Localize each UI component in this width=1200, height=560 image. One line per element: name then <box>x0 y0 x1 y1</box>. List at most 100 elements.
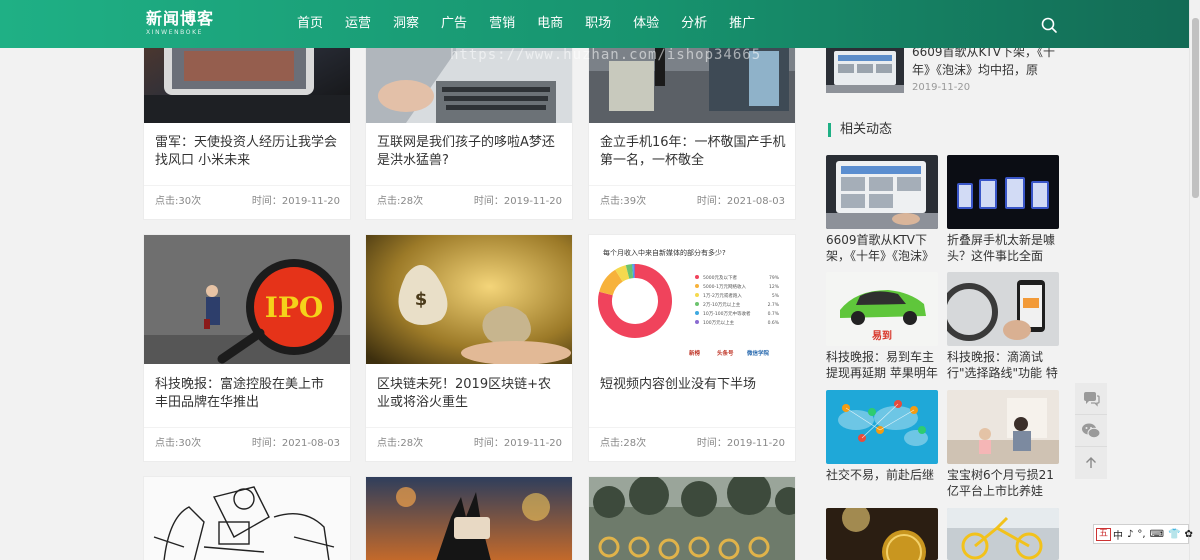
site-logo[interactable]: 新闻博客 XINWENBOKE <box>146 9 214 36</box>
publish-time: 时间：2019-11-20 <box>696 438 785 449</box>
svg-text:易到: 易到 <box>872 329 892 342</box>
related-item[interactable]: 科技晚报：滴滴试行"选择路线"功能 特斯... <box>947 272 1059 381</box>
ime-skin-icon[interactable]: 👕 <box>1166 529 1182 540</box>
article-title[interactable]: 雷军：天使投资人经历让我学会找风口 小米未来 <box>155 134 341 170</box>
main-nav: 首页 运营 洞察 广告 营销 电商 职场 体验 分析 推广 <box>286 0 766 48</box>
article-thumbnail[interactable]: IPO <box>144 235 350 364</box>
nav-item-home[interactable]: 首页 <box>286 0 334 48</box>
article-card[interactable] <box>365 476 573 560</box>
article-thumbnail[interactable]: $ <box>366 235 572 364</box>
chart-footer-brand: 微信学院 <box>746 349 770 357</box>
related-thumbnail[interactable] <box>826 390 938 464</box>
nav-item-ads[interactable]: 广告 <box>430 0 478 48</box>
related-thumbnail[interactable] <box>947 272 1059 346</box>
click-count: 点击:28次 <box>377 438 424 449</box>
article-title[interactable]: 短视频内容创业没有下半场 <box>600 376 786 394</box>
nav-item-workplace[interactable]: 职场 <box>574 0 622 48</box>
click-count: 点击:28次 <box>600 438 647 449</box>
nav-item-experience[interactable]: 体验 <box>622 0 670 48</box>
scrollbar-thumb[interactable] <box>1192 18 1199 198</box>
legend-label: 10万-100万元中等收者 <box>703 310 751 317</box>
article-thumbnail[interactable] <box>144 477 350 560</box>
ime-punct-icon[interactable]: ♪ <box>1125 529 1135 540</box>
article-meta: 点击:28次 时间：2019-11-20 <box>366 427 572 459</box>
click-count: 点击:30次 <box>155 438 202 449</box>
article-meta: 点击:28次 时间：2019-11-20 <box>366 185 572 217</box>
ime-mode[interactable]: 五 <box>1096 527 1112 541</box>
legend-label: 100万元以上主 <box>703 319 735 326</box>
related-title[interactable]: 折叠屏手机太新是噱头？这件事比全面屏... <box>947 232 1059 264</box>
nav-item-ecommerce[interactable]: 电商 <box>526 0 574 48</box>
related-title[interactable]: 科技晚报：易到车主提现再延期 苹果明年计... <box>826 349 938 381</box>
donut-slice <box>625 264 634 279</box>
donut-chart-graphic: 每个月收入中来自新媒体的部分有多少? 5000元及以下者 79% 5000-1万元网… <box>598 248 780 357</box>
legend-label: 2万-10万元以上主 <box>703 301 741 308</box>
article-title[interactable]: 科技晚报：富途控股在美上市 丰田品牌在华推出 <box>155 376 341 412</box>
nav-item-marketing[interactable]: 营销 <box>478 0 526 48</box>
related-item[interactable] <box>826 508 938 560</box>
article-card[interactable]: $ 区块链未死！2019区块链+农业或将浴火重生 点击:28次 时间：2019-… <box>365 234 573 462</box>
chat-icon[interactable] <box>1075 383 1107 415</box>
legend-swatch <box>695 302 699 306</box>
related-item[interactable]: 易到 科技晚报：易到车主提现再延期 苹果明年计... <box>826 272 938 381</box>
article-title[interactable]: 金立手机16年：一杯敬国产手机第一名，一杯敬全 <box>600 134 786 170</box>
related-thumbnail[interactable]: 易到 <box>826 272 938 346</box>
legend-swatch <box>695 320 699 324</box>
logo-text: 新闻博客 <box>146 9 215 28</box>
related-thumbnail[interactable] <box>947 508 1059 560</box>
article-title[interactable]: 互联网是我们孩子的哆啦A梦还是洪水猛兽? <box>377 134 563 170</box>
related-title[interactable]: 宝宝树6个月亏损21亿平台上市比养娃难? <box>947 467 1059 499</box>
article-thumbnail[interactable] <box>366 477 572 560</box>
related-item[interactable]: 宝宝树6个月亏损21亿平台上市比养娃难? <box>947 390 1059 499</box>
legend-value: 79% <box>769 275 780 281</box>
ime-lang[interactable]: 中 <box>1111 527 1125 542</box>
publish-time: 时间：2021-08-03 <box>251 438 340 449</box>
article-thumbnail[interactable]: 每个月收入中来自新媒体的部分有多少? 5000元及以下者 79% 5000-1万元网… <box>589 235 795 364</box>
floating-toolbar <box>1075 383 1107 479</box>
legend-value: 0.7% <box>768 311 780 317</box>
site-header: 新闻博客 XINWENBOKE 首页 运营 洞察 广告 营销 电商 职场 体验 … <box>0 0 1189 48</box>
nav-item-analysis[interactable]: 分析 <box>670 0 718 48</box>
sidebar-top-date: 2019-11-20 <box>912 82 971 93</box>
sidebar-top-title[interactable]: 6609首歌从KTV下架，《十年》《泡沫》均中招，原 <box>912 43 1062 79</box>
related-thumbnail[interactable] <box>947 155 1059 229</box>
related-title[interactable]: 社交不易，前赴后继 <box>826 467 938 499</box>
related-thumbnail[interactable] <box>826 155 938 229</box>
legend-label: 1万-2万元或者跑入 <box>703 292 742 299</box>
page-scrollbar[interactable] <box>1189 0 1200 560</box>
publish-time: 时间：2021-08-03 <box>696 196 785 207</box>
chart-footer-brand: 头条号 <box>717 349 734 357</box>
related-item[interactable]: 折叠屏手机太新是噱头？这件事比全面屏... <box>947 155 1059 264</box>
related-thumbnail[interactable] <box>826 508 938 560</box>
ime-symbol[interactable]: °, <box>1135 529 1147 540</box>
article-card[interactable]: IPO 科技晚报：富途控股在美上市 丰田品牌在华推出 点击:30次 时间：202… <box>143 234 351 462</box>
nav-item-promotion[interactable]: 推广 <box>718 0 766 48</box>
nav-item-insights[interactable]: 洞察 <box>382 0 430 48</box>
related-title[interactable]: 6609首歌从KTV下架，《十年》《泡沫》均... <box>826 232 938 264</box>
ime-keyboard-icon[interactable]: ⌨ <box>1148 529 1166 540</box>
nav-item-operations[interactable]: 运营 <box>334 0 382 48</box>
donut-slice <box>615 265 630 282</box>
logo-subtext: XINWENBOKE <box>146 29 204 36</box>
article-meta: 点击:30次 时间：2019-11-20 <box>144 185 350 217</box>
legend-label: 5000-1万元网络收入 <box>703 283 746 290</box>
legend-value: 0.6% <box>768 320 780 326</box>
article-card[interactable] <box>588 476 796 560</box>
publish-time: 时间：2019-11-20 <box>473 438 562 449</box>
arrow-up-icon[interactable] <box>1075 447 1107 479</box>
related-thumbnail[interactable] <box>947 390 1059 464</box>
related-item[interactable] <box>947 508 1059 560</box>
article-card[interactable]: 每个月收入中来自新媒体的部分有多少? 5000元及以下者 79% 5000-1万元网… <box>588 234 796 462</box>
related-title[interactable]: 科技晚报：滴滴试行"选择路线"功能 特斯... <box>947 349 1059 381</box>
legend-value: 2.7% <box>768 302 780 308</box>
wechat-icon[interactable] <box>1075 415 1107 447</box>
search-icon[interactable] <box>1040 16 1058 34</box>
article-title[interactable]: 区块链未死！2019区块链+农业或将浴火重生 <box>377 376 563 412</box>
related-item[interactable]: 社交不易，前赴后继 <box>826 390 938 499</box>
ime-toolbar[interactable]: 五 中 ♪ °, ⌨ 👕 ✿ <box>1093 524 1193 544</box>
article-thumbnail[interactable] <box>589 477 795 560</box>
related-item[interactable]: 6609首歌从KTV下架，《十年》《泡沫》均... <box>826 155 938 264</box>
ime-settings-icon[interactable]: ✿ <box>1182 529 1194 540</box>
article-card[interactable] <box>143 476 351 560</box>
sidebar-top-thumbnail[interactable] <box>826 47 904 93</box>
